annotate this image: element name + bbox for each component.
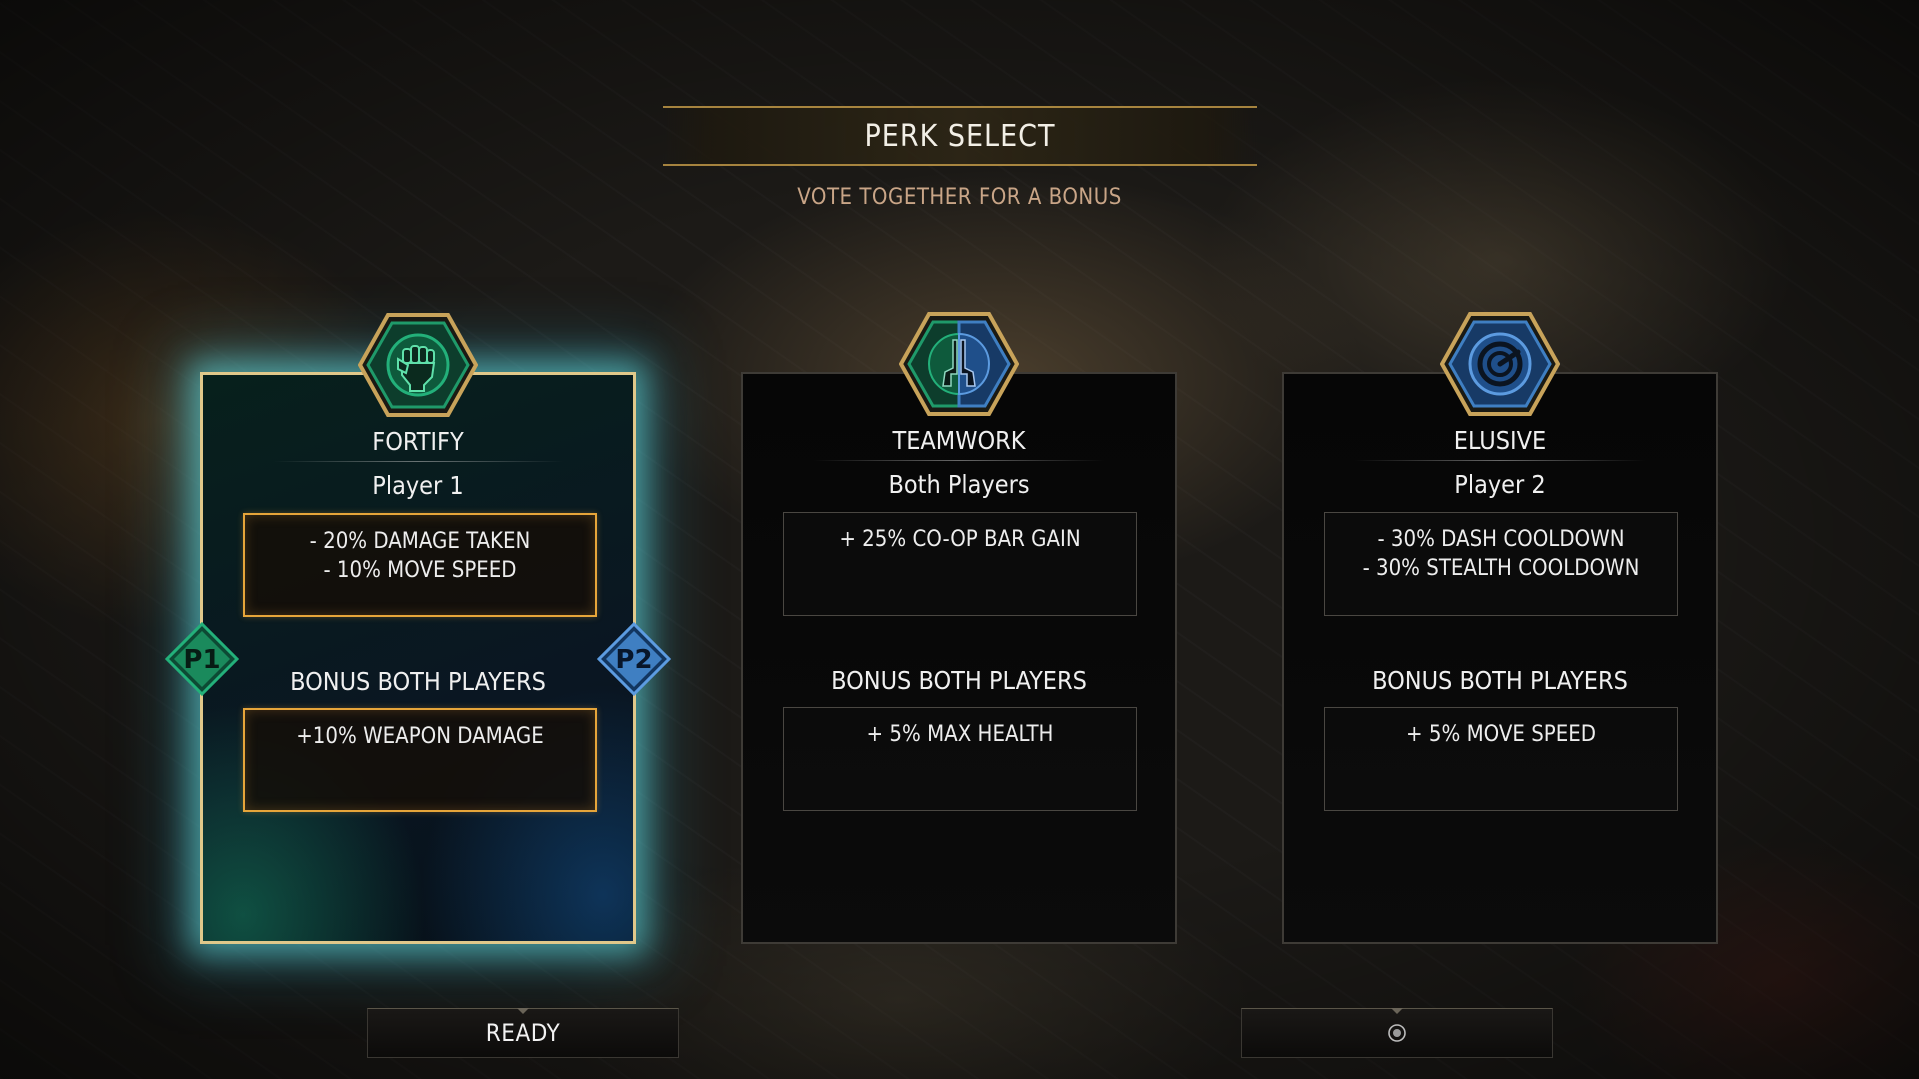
dual-pistols-icon xyxy=(898,312,1020,416)
divider xyxy=(273,461,563,462)
page-subtitle: VOTE TOGETHER FOR A BONUS xyxy=(797,185,1122,210)
bonus-heading: BONUS BOTH PLAYERS xyxy=(831,666,1087,695)
title-banner: PERK SELECT xyxy=(663,106,1257,166)
player1-tag-label: P1 xyxy=(183,645,220,675)
ready-button[interactable]: READY xyxy=(367,1008,679,1058)
controller-button-icon xyxy=(1388,1024,1406,1042)
effect-line: - 20% DAMAGE TAKEN xyxy=(309,529,531,554)
page-title: PERK SELECT xyxy=(864,118,1056,154)
bonus-effect-box: + 5% MOVE SPEED xyxy=(1324,707,1678,811)
bonus-effect-box: +10% WEAPON DAMAGE xyxy=(243,708,597,812)
bonus-line: +10% WEAPON DAMAGE xyxy=(296,724,544,749)
effect-line: + 25% CO-OP BAR GAIN xyxy=(839,527,1081,552)
perk-card-teamwork[interactable]: TEAMWORK Both Players + 25% CO-OP BAR GA… xyxy=(741,312,1177,944)
effect-line: - 30% DASH COOLDOWN xyxy=(1377,527,1625,552)
bonus-heading: BONUS BOTH PLAYERS xyxy=(1372,666,1628,695)
perk-effect-box: - 20% DAMAGE TAKEN - 10% MOVE SPEED xyxy=(243,513,597,617)
perk-name: FORTIFY xyxy=(372,427,464,456)
bonus-heading: BONUS BOTH PLAYERS xyxy=(290,667,546,696)
player2-ready-button[interactable] xyxy=(1241,1008,1553,1058)
perk-name: ELUSIVE xyxy=(1453,426,1547,455)
fist-icon xyxy=(357,313,479,417)
effect-line: - 10% MOVE SPEED xyxy=(323,558,517,583)
perk-card-elusive[interactable]: ELUSIVE Player 2 - 30% DASH COOLDOWN - 3… xyxy=(1282,312,1718,944)
perk-effect-box: + 25% CO-OP BAR GAIN xyxy=(783,512,1137,616)
speed-gauge-icon xyxy=(1439,312,1561,416)
perk-name: TEAMWORK xyxy=(892,426,1026,455)
divider xyxy=(813,460,1105,461)
player2-tag: P2 xyxy=(596,621,672,697)
perk-target: Both Players xyxy=(888,470,1030,499)
player2-tag-label: P2 xyxy=(615,645,652,675)
player1-tag: P1 xyxy=(164,621,240,697)
ready-button-label: READY xyxy=(485,1019,561,1047)
perk-card-fortify[interactable]: FORTIFY Player 1 - 20% DAMAGE TAKEN - 10… xyxy=(200,313,636,944)
perk-target: Player 2 xyxy=(1454,470,1546,499)
effect-line: - 30% STEALTH COOLDOWN xyxy=(1362,556,1640,581)
perk-effect-box: - 30% DASH COOLDOWN - 30% STEALTH COOLDO… xyxy=(1324,512,1678,616)
bonus-line: + 5% MOVE SPEED xyxy=(1406,722,1596,747)
perk-target: Player 1 xyxy=(372,471,464,500)
divider xyxy=(1354,460,1646,461)
bonus-line: + 5% MAX HEALTH xyxy=(866,722,1054,747)
bonus-effect-box: + 5% MAX HEALTH xyxy=(783,707,1137,811)
